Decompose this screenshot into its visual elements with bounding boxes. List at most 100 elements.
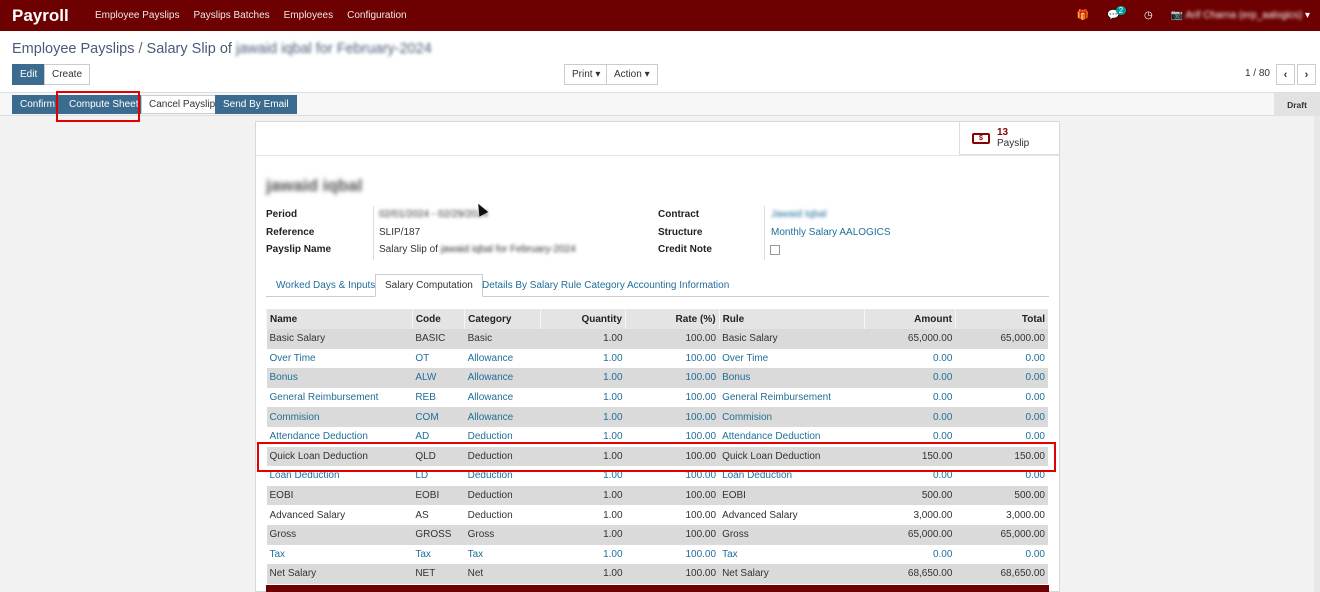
cell-quantity: 1.00	[540, 407, 626, 427]
main-menu: Employee Payslips Payslips Batches Emplo…	[88, 10, 414, 21]
cell-total: 3,000.00	[955, 505, 1048, 525]
table-row[interactable]: Tax Tax Tax 1.00 100.00 Tax 0.00 0.00	[266, 544, 1048, 565]
clock-icon[interactable]: ◷	[1144, 10, 1153, 21]
table-row[interactable]: General Reimbursement REB Allowance 1.00 100…	[266, 387, 1048, 408]
table-row[interactable]: EOBI EOBI Deduction 1.00 100.00 EOBI 500.00 500…	[266, 485, 1048, 506]
table-row[interactable]: Over Time OT Allowance 1.00 100.00 Over Time 0…	[266, 348, 1048, 369]
create-button[interactable]: Create	[44, 64, 91, 85]
cell-amount: 65,000.00	[864, 329, 956, 349]
cell-name: Net Salary	[266, 564, 413, 584]
cell-rate: 100.00	[625, 368, 720, 388]
menu-employee-payslips[interactable]: Employee Payslips	[88, 10, 186, 21]
cell-code: REB	[412, 387, 465, 408]
breadcrumb-parent[interactable]: Employee Payslips	[12, 41, 135, 57]
tab-details-by-category[interactable]: Details By Salary Rule Category	[473, 274, 634, 297]
chat-icon[interactable]: 💬2	[1107, 6, 1127, 21]
cell-name: Over Time	[266, 348, 413, 369]
cancel-payslip-button[interactable]: Cancel Payslip	[141, 95, 224, 114]
page-scrollbar[interactable]	[1314, 116, 1320, 592]
cell-category: Tax	[464, 544, 541, 565]
user-menu[interactable]: 📷 Arif Charna (erp_aalogics) ▾	[1171, 10, 1310, 21]
header-name[interactable]: Name	[266, 309, 413, 329]
table-row[interactable]: Gross GROSS Gross 1.00 100.00 Gross 65,000.00 6…	[266, 524, 1048, 545]
reference-value[interactable]: SLIP/187	[379, 227, 420, 238]
cell-name: Advanced Salary	[266, 505, 413, 525]
cell-code: AS	[412, 505, 465, 525]
header-code[interactable]: Code	[411, 309, 465, 329]
contract-label: Contract	[658, 209, 700, 220]
cell-code: Tax	[412, 544, 465, 565]
period-value[interactable]: 02/01/2024 - 02/29/2024	[379, 209, 488, 220]
menu-payslips-batches[interactable]: Payslips Batches	[186, 10, 276, 21]
app-brand[interactable]: Payroll	[0, 6, 88, 26]
cell-category: Allowance	[464, 368, 541, 388]
header-category[interactable]: Category	[464, 309, 541, 329]
payslip-name-value[interactable]: Salary Slip of jawaid iqbal for February…	[379, 244, 576, 255]
payslip-smart-button[interactable]: $ 13 Payslip	[959, 122, 1059, 155]
print-dropdown[interactable]: Print ▾	[564, 64, 609, 85]
table-row[interactable]: Advanced Salary AS Deduction 1.00 100.00 Adva…	[266, 505, 1048, 525]
gift-icon[interactable]: 🎁	[1077, 10, 1089, 21]
edit-button[interactable]: Edit	[12, 64, 46, 85]
cell-category: Deduction	[464, 505, 541, 525]
credit-note-checkbox[interactable]	[770, 245, 780, 255]
header-quantity[interactable]: Quantity	[539, 309, 626, 329]
cell-amount: 65,000.00	[864, 524, 956, 545]
cell-name: Bonus	[266, 368, 413, 388]
right-field-divider	[764, 206, 765, 260]
contract-value[interactable]: Jawaid Iqbal	[771, 209, 827, 220]
cell-category: Allowance	[464, 348, 541, 369]
breadcrumb-employee: jawaid iqbal for February-2024	[236, 41, 432, 57]
cell-rule: Gross	[719, 524, 865, 545]
tab-worked-days[interactable]: Worked Days & Inputs	[267, 274, 384, 297]
breadcrumb: Employee Payslips / Salary Slip of jawaid …	[12, 41, 432, 57]
pager-next-button[interactable]: ›	[1297, 64, 1316, 85]
tab-accounting-information[interactable]: Accounting Information	[618, 274, 738, 297]
menu-employees[interactable]: Employees	[277, 10, 340, 21]
cell-code: EOBI	[412, 485, 465, 506]
header-rule[interactable]: Rule	[718, 309, 865, 329]
highlight-compute-sheet	[56, 91, 140, 122]
header-amount[interactable]: Amount	[864, 309, 956, 329]
cell-rate: 100.00	[625, 348, 720, 369]
avatar: 📷	[1170, 10, 1184, 21]
cell-rate: 100.00	[625, 485, 720, 506]
table-row[interactable]: Bonus ALW Allowance 1.00 100.00 Bonus 0.00 0.00	[266, 368, 1048, 388]
status-draft[interactable]: Draft	[1274, 93, 1320, 116]
cell-name: Commision	[266, 407, 413, 427]
cell-rate: 100.00	[625, 387, 720, 408]
systray: 🎁 💬2 ◷ 📷 Arif Charna (erp_aalogics) ▾	[1077, 0, 1310, 31]
header-rate[interactable]: Rate (%)	[625, 309, 720, 329]
table-row[interactable]: Basic Salary BASIC Basic 1.00 100.00 Basic Sa…	[266, 329, 1048, 349]
tab-salary-computation[interactable]: Salary Computation	[375, 274, 483, 297]
cell-code: ALW	[412, 368, 465, 388]
cell-code: COM	[412, 407, 465, 427]
cell-name: Gross	[266, 524, 413, 545]
breadcrumb-current: Salary Slip of jawaid iqbal for February…	[146, 41, 432, 57]
cell-name: EOBI	[266, 485, 413, 506]
status-bar: Confirm Compute Sheet Cancel Payslip Sen…	[0, 93, 1320, 116]
cell-quantity: 1.00	[540, 524, 626, 545]
pager-prev-button[interactable]: ‹	[1276, 64, 1295, 85]
header-total[interactable]: Total	[954, 309, 1048, 329]
cell-rate: 100.00	[625, 329, 720, 349]
cell-total: 0.00	[955, 348, 1048, 369]
cell-amount: 500.00	[864, 485, 956, 506]
send-by-email-button[interactable]: Send By Email	[215, 95, 297, 114]
pager-value[interactable]: 1 / 80	[1245, 68, 1270, 79]
cell-total: 65,000.00	[955, 524, 1048, 545]
notebook-tabs: Worked Days & Inputs Salary Computation …	[266, 274, 1049, 297]
menu-configuration[interactable]: Configuration	[340, 10, 413, 21]
payslip-label: Payslip	[997, 138, 1030, 149]
cell-code: GROSS	[412, 524, 465, 545]
table-footer-bar	[266, 585, 1049, 592]
table-row[interactable]: Commision COM Allowance 1.00 100.00 Commision…	[266, 407, 1048, 427]
cell-rate: 100.00	[625, 564, 720, 584]
cell-quantity: 1.00	[540, 564, 626, 584]
action-dropdown[interactable]: Action ▾	[606, 64, 658, 85]
table-row[interactable]: Net Salary NET Net 1.00 100.00 Net Salary 68,6…	[266, 564, 1048, 584]
chat-count-badge: 2	[1115, 6, 1127, 15]
money-icon: $	[972, 132, 990, 144]
cell-total: 65,000.00	[955, 329, 1048, 349]
structure-value[interactable]: Monthly Salary AALOGICS	[771, 227, 891, 238]
